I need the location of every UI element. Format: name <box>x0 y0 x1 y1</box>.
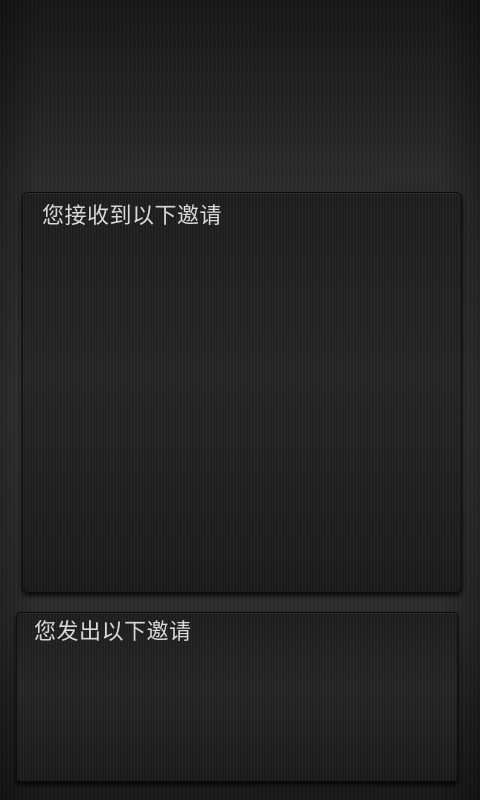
received-invitations-list[interactable] <box>23 237 461 592</box>
sent-invitations-panel: 您发出以下邀请 <box>16 612 458 782</box>
received-invitations-title: 您接收到以下邀请 <box>42 204 223 229</box>
invitations-screen: 您接收到以下邀请 您发出以下邀请 <box>0 0 480 800</box>
sent-invitations-title: 您发出以下邀请 <box>34 620 192 645</box>
sent-invitations-list[interactable] <box>17 653 457 781</box>
received-invitations-panel: 您接收到以下邀请 <box>22 192 462 593</box>
